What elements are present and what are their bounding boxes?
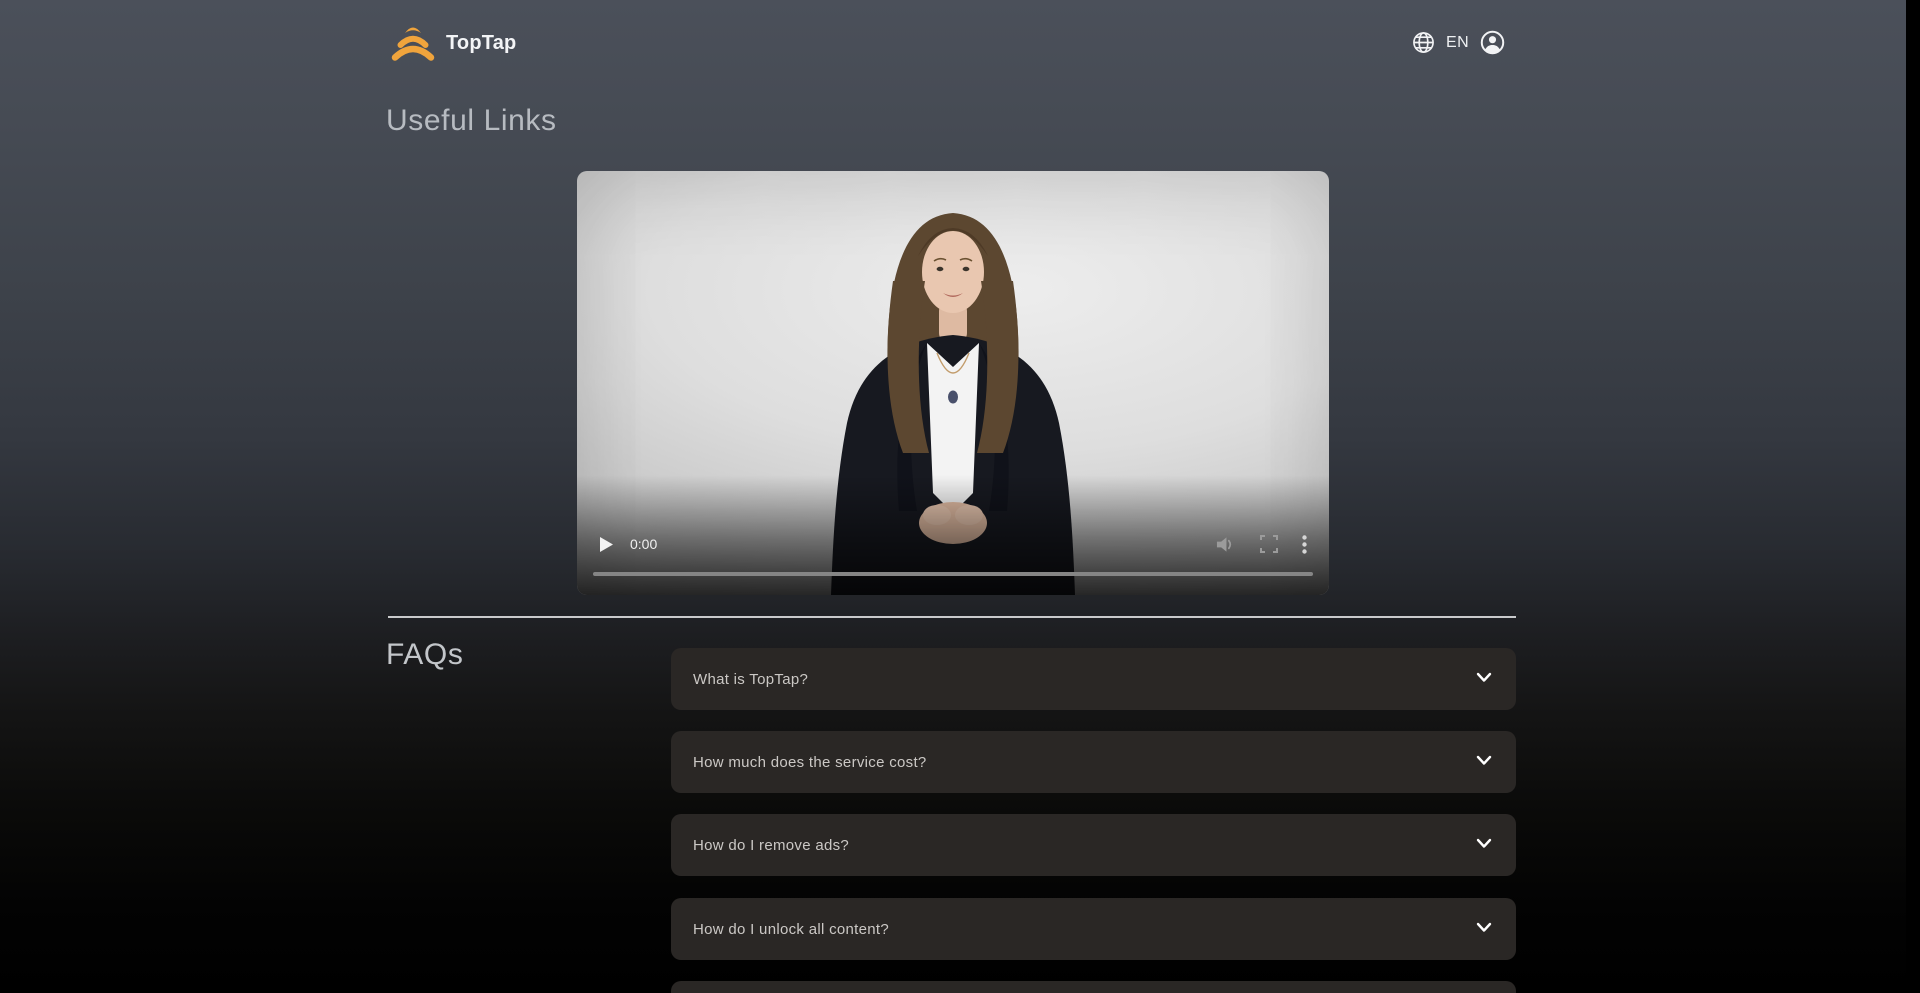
video-player[interactable]: 0:00 xyxy=(577,171,1329,595)
volume-icon[interactable] xyxy=(1215,535,1236,554)
toptap-logo-icon xyxy=(388,20,438,67)
play-icon[interactable] xyxy=(599,536,614,553)
kebab-menu-icon[interactable] xyxy=(1302,535,1307,554)
brand-name: TopTap xyxy=(446,32,516,55)
section-divider xyxy=(388,616,1516,618)
faq-question: How much does the service cost? xyxy=(693,754,927,771)
faqs-title: FAQs xyxy=(386,638,463,672)
faq-question: How do I remove ads? xyxy=(693,837,849,854)
faq-item[interactable]: How do I remove ads? xyxy=(671,814,1516,876)
faq-item-partial[interactable] xyxy=(671,981,1516,993)
account-icon[interactable] xyxy=(1480,30,1505,55)
language-selector[interactable]: EN xyxy=(1446,34,1469,52)
useful-links-title: Useful Links xyxy=(386,104,557,138)
chevron-down-icon xyxy=(1474,667,1494,692)
video-time: 0:00 xyxy=(630,536,657,552)
video-progress-bar[interactable] xyxy=(593,572,1313,576)
faq-item[interactable]: How do I unlock all content? xyxy=(671,898,1516,960)
faq-item[interactable]: What is TopTap? xyxy=(671,648,1516,710)
scrollbar-track[interactable] xyxy=(1906,0,1920,993)
faq-question: What is TopTap? xyxy=(693,671,808,688)
fullscreen-icon[interactable] xyxy=(1260,535,1278,553)
chevron-down-icon xyxy=(1474,750,1494,775)
chevron-down-icon xyxy=(1474,917,1494,942)
logo[interactable]: TopTap xyxy=(388,20,516,67)
video-controls: 0:00 xyxy=(577,528,1329,560)
globe-icon[interactable] xyxy=(1412,31,1435,54)
faq-question: How do I unlock all content? xyxy=(693,921,889,938)
chevron-down-icon xyxy=(1474,833,1494,858)
header: TopTap EN xyxy=(0,0,1920,72)
header-actions: EN xyxy=(1412,30,1505,55)
faq-item[interactable]: How much does the service cost? xyxy=(671,731,1516,793)
